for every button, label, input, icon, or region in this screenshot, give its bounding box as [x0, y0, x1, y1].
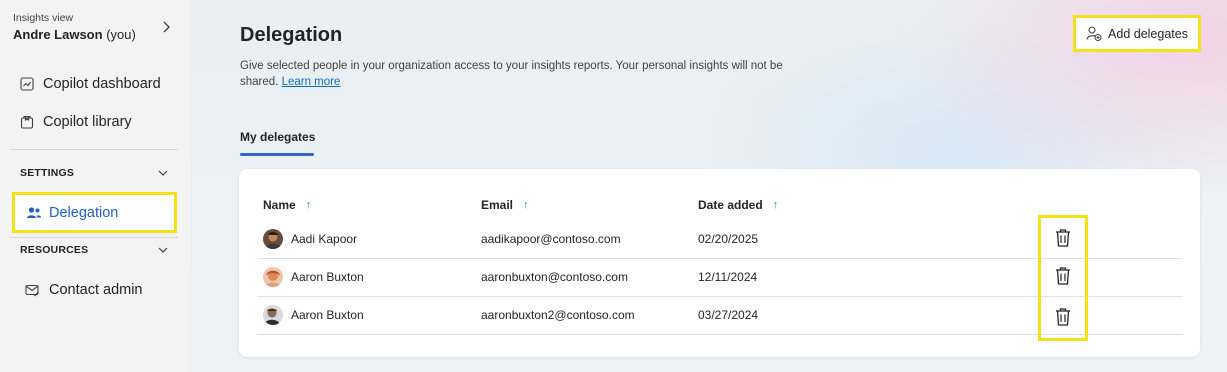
chevron-right-icon[interactable]: [160, 20, 172, 34]
divider: [10, 237, 178, 238]
column-header-date-added[interactable]: Date added ↑: [698, 198, 778, 212]
delegate-email: aaronbuxton2@contoso.com: [481, 308, 635, 322]
delegate-name-text: Aaron Buxton: [291, 270, 364, 284]
sort-ascending-icon: ↑: [523, 199, 529, 211]
chevron-down-icon: [158, 247, 168, 253]
sidebar-item-label: Copilot library: [43, 114, 132, 130]
sidebar: Insights view Andre Lawson (you) Copilot…: [0, 0, 190, 372]
sort-ascending-icon: ↑: [305, 199, 312, 211]
trash-icon[interactable]: [1054, 266, 1072, 286]
delegate-name-text: Aaron Buxton: [291, 308, 364, 322]
mail-edit-icon: [25, 284, 39, 296]
delegate-email: aaronbuxton@contoso.com: [481, 270, 628, 284]
delegate-name: Aaron Buxton: [263, 267, 364, 287]
people-icon: [27, 206, 41, 218]
column-header-label: Email: [481, 198, 514, 212]
sort-ascending-icon: ↑: [772, 199, 779, 211]
delegate-name-text: Aadi Kapoor: [291, 232, 358, 246]
sidebar-item-delegation[interactable]: Delegation: [12, 192, 177, 233]
delegate-email: aadikapoor@contoso.com: [481, 232, 621, 246]
section-settings[interactable]: SETTINGS: [20, 165, 168, 181]
delegate-name: Aadi Kapoor: [263, 229, 357, 249]
section-settings-label: SETTINGS: [20, 167, 75, 179]
sidebar-item-label: Copilot dashboard: [43, 76, 161, 92]
page-description: Give selected people in your organizatio…: [240, 58, 810, 90]
main-content: Delegation Give selected people in your …: [190, 0, 1227, 372]
section-resources[interactable]: RESOURCES: [20, 242, 168, 258]
sidebar-item-copilot-dashboard[interactable]: Copilot dashboard: [20, 72, 161, 96]
insights-view-switcher[interactable]: Insights view Andre Lawson (you): [13, 12, 178, 42]
column-header-label: Date added: [698, 198, 763, 212]
delegates-table: Name ↑ Email ↑ Date added ↑ Aadi Kapoor …: [239, 169, 1200, 357]
trash-icon[interactable]: [1054, 307, 1072, 327]
column-header-name[interactable]: Name ↑: [263, 198, 311, 212]
dashboard-icon: [20, 77, 34, 91]
delegate-date: 12/11/2024: [698, 270, 758, 284]
tab-my-delegates[interactable]: My delegates: [240, 130, 315, 144]
delegate-name: Aaron Buxton: [263, 305, 364, 325]
learn-more-link[interactable]: Learn more: [282, 76, 341, 88]
delegate-date: 03/27/2024: [698, 308, 759, 322]
user-name: Andre Lawson: [13, 27, 103, 42]
column-header-label: Name: [263, 198, 296, 212]
page-title: Delegation: [240, 24, 343, 46]
sidebar-item-copilot-library[interactable]: Copilot library: [20, 110, 132, 134]
chevron-down-icon: [158, 170, 168, 176]
trash-icon[interactable]: [1054, 228, 1072, 248]
tab-active-indicator: [240, 153, 314, 156]
user-suffix: (you): [106, 27, 136, 42]
add-delegates-label: Add delegates: [1108, 26, 1188, 41]
sidebar-item-label: Contact admin: [49, 282, 143, 298]
library-icon: [20, 115, 34, 129]
section-resources-label: RESOURCES: [20, 244, 89, 256]
column-header-email[interactable]: Email ↑: [481, 198, 529, 212]
person-add-icon: [1086, 26, 1102, 41]
add-delegates-button[interactable]: Add delegates: [1073, 15, 1201, 52]
avatar: [263, 305, 283, 325]
sidebar-item-label: Delegation: [49, 204, 119, 221]
divider: [10, 149, 178, 150]
delegate-date: 02/20/2025: [698, 232, 759, 246]
avatar: [263, 229, 283, 249]
insights-view-label: Insights view: [13, 12, 74, 24]
sidebar-item-contact-admin[interactable]: Contact admin: [25, 278, 143, 302]
avatar: [263, 267, 283, 287]
current-user: Andre Lawson (you): [13, 27, 178, 42]
